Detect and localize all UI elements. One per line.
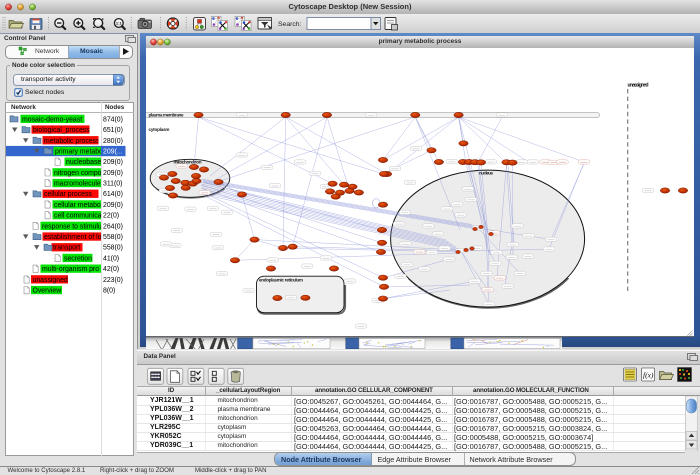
svg-text:plasma membrane: plasma membrane xyxy=(149,113,184,118)
svg-text:209(0): 209(0) xyxy=(103,170,123,177)
svg-text:42(0): 42(0) xyxy=(103,266,119,273)
svg-text:209(0): 209(0) xyxy=(103,202,123,209)
svg-text:209(0): 209(0) xyxy=(103,159,123,166)
svg-text:8(0): 8(0) xyxy=(103,288,115,295)
svg-text:223(0): 223(0) xyxy=(103,277,123,284)
svg-text:41(0): 41(0) xyxy=(103,255,119,262)
svg-text:unassigned: unassigned xyxy=(33,277,68,284)
svg-text:Overview: Overview xyxy=(33,288,62,295)
svg-text:mosaic-demo-yeast: mosaic-demo-yeast xyxy=(22,116,82,123)
svg-text:establishment of lo: establishment of lo xyxy=(44,234,102,241)
svg-text:cellular metabol: cellular metabol xyxy=(54,202,103,209)
svg-text:cell communicat: cell communicat xyxy=(54,213,103,220)
svg-text:264(0): 264(0) xyxy=(103,223,123,230)
svg-text:280(0): 280(0) xyxy=(103,138,123,145)
svg-text:response to stimulu: response to stimulu xyxy=(42,223,102,230)
svg-text:transport: transport xyxy=(53,245,80,252)
svg-text:651(0): 651(0) xyxy=(103,127,123,134)
svg-text:nucleus: nucleus xyxy=(479,171,493,176)
svg-text:multi-organism pro: multi-organism pro xyxy=(42,266,99,273)
svg-text:cytoplasm: cytoplasm xyxy=(149,127,170,132)
svg-text:Search:: Search: xyxy=(278,21,302,28)
svg-text:endoplasmic reticulum: endoplasmic reticulum xyxy=(259,278,303,283)
svg-text:311(0): 311(0) xyxy=(103,181,122,188)
svg-text:biological_process: biological_process xyxy=(33,127,90,134)
svg-text:nitrogen compou: nitrogen compou xyxy=(54,170,105,177)
svg-text:secretion: secretion xyxy=(64,255,92,262)
svg-text:209(...: 209(... xyxy=(103,148,123,155)
svg-text:macromolecule: macromolecule xyxy=(54,181,101,188)
svg-text:f(x): f(x) xyxy=(643,371,654,380)
svg-text:558(0): 558(0) xyxy=(103,234,123,241)
svg-text:614(0): 614(0) xyxy=(103,191,123,198)
svg-text:874(0): 874(0) xyxy=(103,116,123,123)
svg-text:primary metabol: primary metabol xyxy=(55,148,105,155)
svg-text:metabolic process: metabolic process xyxy=(44,138,100,145)
svg-text:22(0): 22(0) xyxy=(103,213,119,220)
svg-text:unassigned: unassigned xyxy=(628,83,649,89)
svg-text:558(0): 558(0) xyxy=(103,245,123,252)
svg-text:cellular process: cellular process xyxy=(44,191,92,198)
